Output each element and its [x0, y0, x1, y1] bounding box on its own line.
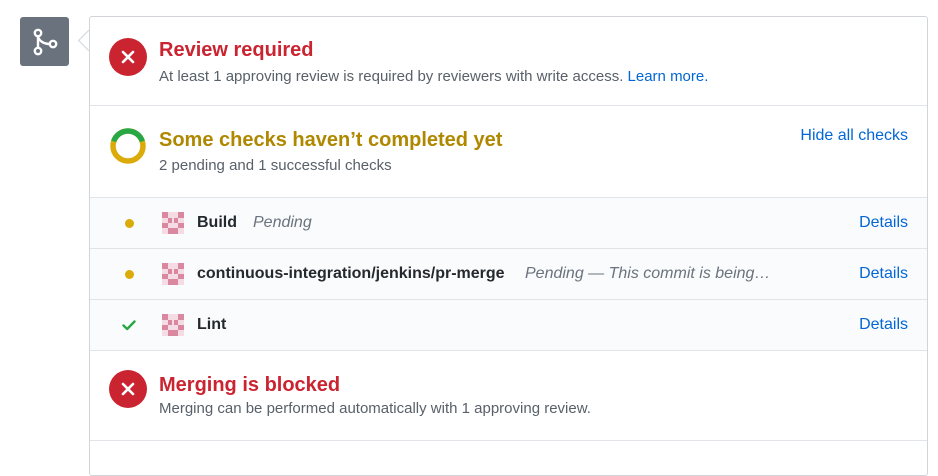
review-required-section: Review required At least 1 approving rev…	[90, 17, 927, 106]
app-avatar-icon	[162, 212, 184, 234]
details-link[interactable]: Details	[859, 314, 908, 336]
review-title: Review required	[159, 39, 314, 61]
hide-all-checks-link[interactable]: Hide all checks	[800, 125, 908, 147]
merging-blocked-section: Merging is blocked Merging can be perfor…	[90, 351, 927, 441]
details-link[interactable]: Details	[859, 212, 908, 234]
review-description-text: At least 1 approving review is required …	[159, 68, 624, 85]
app-avatar-icon	[162, 314, 184, 336]
donut-status-icon	[110, 128, 146, 164]
check-message: Pending	[253, 214, 312, 231]
pending-dot-icon	[121, 266, 137, 282]
merge-status-panel: Review required At least 1 approving rev…	[89, 16, 928, 476]
check-row-build: Build Pending Details	[90, 198, 927, 249]
checks-section: Some checks haven’t completed yet 2 pend…	[90, 106, 927, 198]
check-message: Pending — This commit is being…	[525, 265, 771, 282]
review-description: At least 1 approving review is required …	[159, 67, 708, 87]
learn-more-link[interactable]: Learn more.	[628, 68, 709, 85]
check-row-lint: Lint Details	[90, 300, 927, 351]
blocked-fail-icon	[109, 370, 147, 408]
pending-dot-icon	[121, 215, 137, 231]
git-merge-icon	[33, 28, 57, 55]
check-icon	[121, 317, 137, 333]
check-name: Lint	[197, 316, 227, 333]
check-row-pr-merge: continuous-integration/jenkins/pr-merge …	[90, 249, 927, 300]
blocked-description: Merging can be performed automatically w…	[159, 400, 591, 417]
check-name: continuous-integration/jenkins/pr-merge	[197, 265, 505, 282]
check-name: Build	[197, 214, 237, 231]
x-icon	[121, 382, 135, 396]
details-link[interactable]: Details	[859, 263, 908, 285]
git-merge-icon-box	[20, 17, 69, 66]
review-fail-icon	[109, 38, 147, 76]
blocked-title: Merging is blocked	[159, 374, 341, 396]
checks-title: Some checks haven’t completed yet	[159, 129, 503, 151]
app-avatar-icon	[162, 263, 184, 285]
checks-description: 2 pending and 1 successful checks	[159, 157, 392, 174]
x-icon	[121, 50, 135, 64]
